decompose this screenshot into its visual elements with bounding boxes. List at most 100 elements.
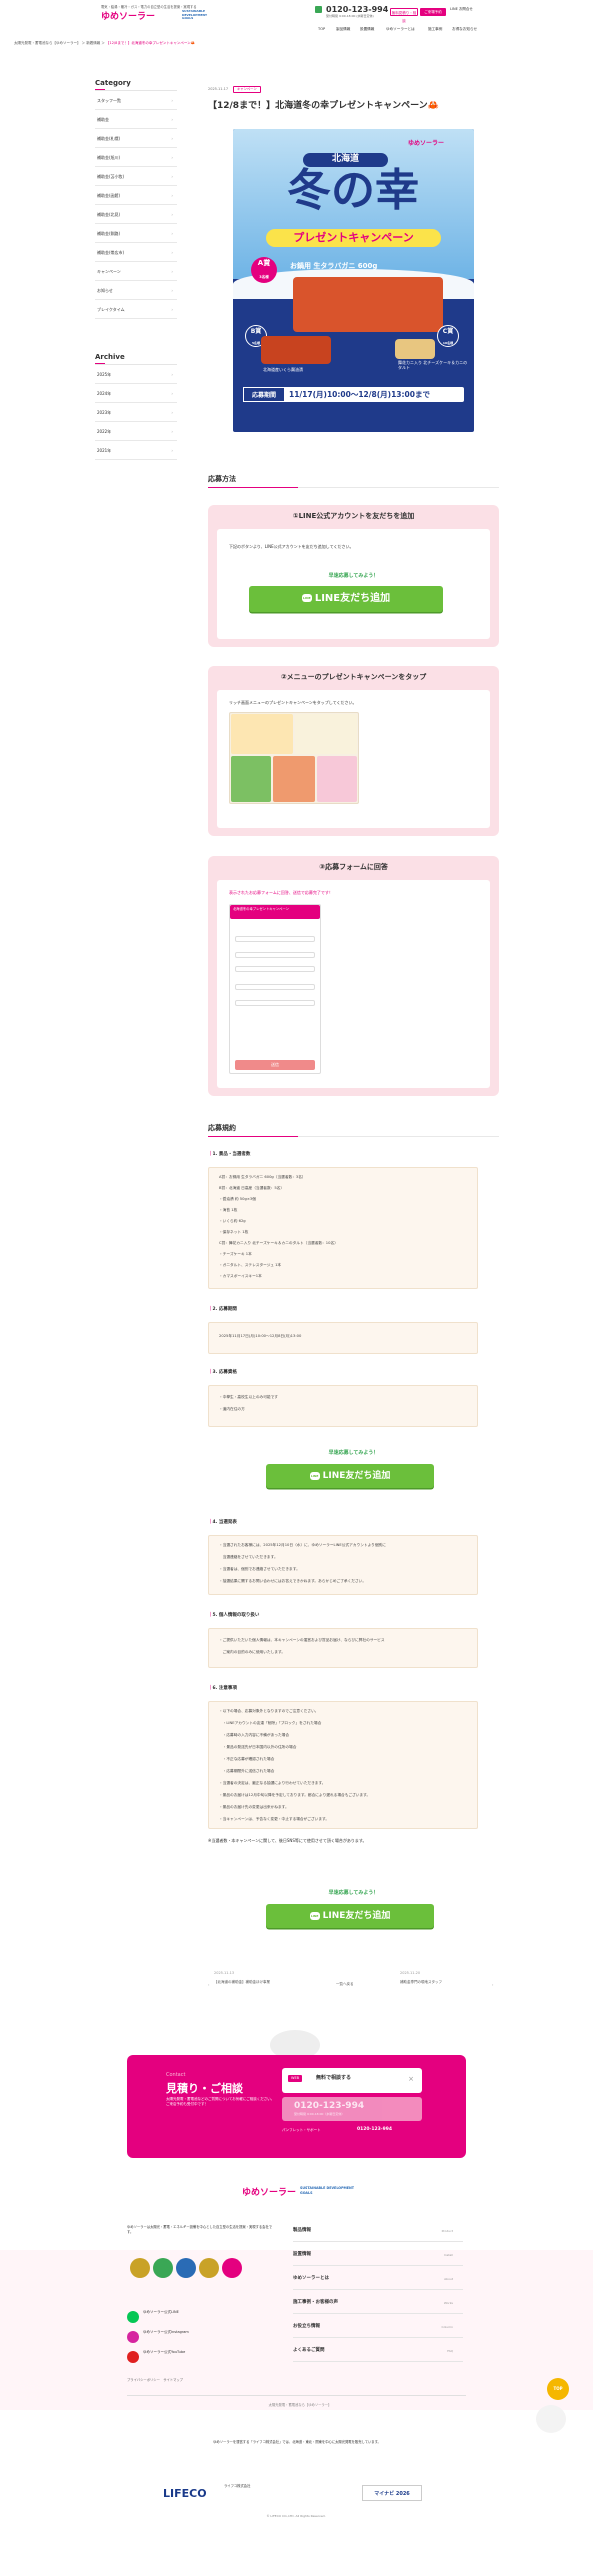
company-name: ライフコ株式会社	[224, 2484, 251, 2488]
instagram-icon	[127, 2331, 139, 2343]
back-to-top-button[interactable]: TOP	[547, 2378, 569, 2400]
youtube-icon	[127, 2351, 139, 2363]
footer-nav-works[interactable]: 施工事例・お客様の声 Works	[293, 2292, 463, 2314]
contact-phone-small[interactable]: 0120-123-994	[357, 2127, 392, 2134]
rules-title: 応募規約	[208, 1124, 236, 1132]
web-consult-button[interactable]: WEB 無料で相談する ×	[282, 2068, 422, 2093]
nav-news[interactable]: お得なお知らせ	[452, 27, 477, 32]
footer-bottom-links[interactable]: プライバシーポリシー サイトマップ	[127, 2378, 183, 2383]
prev-post-link[interactable]: 【北海道の補助金】補助金ほけ事業	[214, 1980, 294, 1985]
contact-title: 見積り・ご相談	[166, 2082, 243, 2095]
step1-card: ①LINE公式アカウントを友だちを追加 下記のボタンより、LINE公式アカウント…	[208, 505, 499, 647]
next-post-link[interactable]: 補助金専門の現地スタッフ	[400, 1980, 480, 1985]
rule-box-notes: ・以下の場合、応募対象外となりますのでご注意ください。 ・LINEアカウントの友…	[208, 1701, 478, 1829]
category-item[interactable]: 補助金(帯広市)	[95, 243, 177, 262]
try-label: 早速応募してみよう！	[328, 573, 379, 579]
prize-a-name: お鍋用 生タラバガニ 600g	[290, 262, 378, 270]
footer-nav-faq[interactable]: よくあるご質問 FAQ	[293, 2340, 463, 2362]
form-submit-button: 送信	[235, 1060, 315, 1070]
rule-box-period: 2025年11月17日(月)10:00〜12月8日(月)13:00	[208, 1322, 478, 1354]
award-badge	[222, 2258, 242, 2278]
pamphlet-link[interactable]: パンフレット・サポート	[282, 2128, 321, 2133]
rule-heading-prizes: ｜1. 景品・当選者数	[208, 1152, 251, 1157]
banner-period: 応募期間 11/17(月)10:00〜12/8(月)13:00まで	[243, 387, 464, 402]
rule-heading-notes: ｜6. 注意事項	[208, 1686, 237, 1691]
prize-c-name: 舞花カニ入り 北チーズケーキ＆カニのタルト	[398, 360, 468, 370]
next-post-date: 2025.11.20	[400, 1971, 421, 1975]
nav-about[interactable]: ゆめソーラーとは	[386, 27, 415, 32]
header-tagline: 電気・給湯・暖冷・ガス・電力の自立型の生活を提案・実現する	[101, 5, 197, 9]
mynavi-banner[interactable]: マイナビ 2026	[362, 2485, 422, 2501]
contact-desc: 太陽光発電・蓄電池などのご質問についてお気軽にご相談ください。ご来店予約も受付中…	[166, 2097, 275, 2107]
nav-install[interactable]: 設置情報	[360, 27, 374, 32]
banner-subtitle: プレゼントキャンペーン	[266, 229, 441, 247]
archive-item[interactable]: 2025年	[95, 365, 177, 384]
line-add-friend-button[interactable]: LINE LINE友だち追加	[266, 1904, 434, 1928]
category-item[interactable]: 補助金	[95, 110, 177, 129]
breadcrumb: 太陽光発電・蓄電池なら【ゆめソーラー】 ＞ 新着情報 ＞ 【12/8まで！】北海…	[14, 41, 196, 45]
archive-sidebar: Archive 2025年 2024年 2023年 2022年 2021年	[95, 352, 177, 460]
award-badge	[176, 2258, 196, 2278]
category-item[interactable]: 補助金(函館)	[95, 186, 177, 205]
apply-title: 応募方法	[208, 475, 236, 483]
close-icon[interactable]: ×	[408, 2074, 414, 2084]
category-item[interactable]: 補助金(苫小牧)	[95, 167, 177, 186]
contact-en: Contact	[166, 2072, 186, 2078]
rule-box-eligibility: ・中學生・高校生以上のみ可能です ・道内在住の方	[208, 1385, 478, 1427]
breadcrumb-section[interactable]: 新着情報	[86, 41, 100, 45]
footer-company-text: ゆめソーラーは太陽光・蓄電・エネルギー設備を中心とした自立型の生活を提案・実現す…	[127, 2225, 273, 2234]
banner-brand: ゆめソーラー	[408, 140, 445, 147]
estimate-button[interactable]: 無料見積り・相談	[390, 8, 418, 23]
post-category-tag[interactable]: キャンペーン	[233, 86, 261, 93]
nav-top[interactable]: TOP	[318, 27, 325, 32]
sdgs-logo: SUSTAINABLE DEVELOPMENT GOALS	[182, 9, 208, 21]
archive-item[interactable]: 2022年	[95, 422, 177, 441]
rule-heading-period: ｜2. 応募期間	[208, 1307, 237, 1312]
breadcrumb-current: 【12/8まで！】北海道冬の幸プレゼントキャンペーン🦀	[105, 41, 196, 45]
rule-box-prizes: A賞：お鍋用 生タラバガニ 600g（当選者数：3名） B賞：北海道 日高産（当…	[208, 1167, 478, 1289]
nav-products[interactable]: 製品情報	[336, 27, 350, 32]
chevron-left-icon: ‹	[208, 1983, 210, 1987]
line-icon: LINE	[301, 594, 312, 602]
post-date: 2025.11.17	[208, 87, 229, 91]
breadcrumb-home[interactable]: 太陽光発電・蓄電池なら【ゆめソーラー】	[14, 41, 81, 45]
site-header: 電気・給湯・暖冷・ガス・電力の自立型の生活を提案・実現する ゆめソーラー SUS…	[0, 0, 593, 38]
archive-item[interactable]: 2023年	[95, 403, 177, 422]
category-item[interactable]: 補助金(釧路)	[95, 224, 177, 243]
site-logo[interactable]: ゆめソーラー	[101, 11, 155, 24]
category-item[interactable]: 補助金(北見)	[95, 205, 177, 224]
back-to-list-link[interactable]: 一覧へ戻る	[336, 1982, 354, 1987]
nav-works[interactable]: 施工事例	[428, 27, 442, 32]
line-contact-link[interactable]: LINE お問合せ	[450, 7, 473, 12]
line-add-friend-button[interactable]: LINE LINE友だち追加	[266, 1464, 434, 1488]
step1-text: 下記のボタンより、LINE公式アカウントを友だち追加してください。	[229, 544, 354, 549]
step2-title: ②メニューのプレゼントキャンペーンをタップ	[280, 673, 427, 681]
tel-button[interactable]: 0120-123-994 受付時間 9:00-18:00（水曜日定休）	[282, 2097, 422, 2121]
line-icon: LINE	[309, 1471, 320, 1480]
showroom-button[interactable]: ご来場予約	[420, 8, 446, 16]
archive-item[interactable]: 2024年	[95, 384, 177, 403]
footer-nav-products[interactable]: 製品情報 Product	[293, 2220, 463, 2242]
category-item[interactable]: ブレイクタイム	[95, 300, 177, 319]
footer-logo: ゆめソーラー SUSTAINABLE DEVELOPMENT GOALS	[242, 2186, 355, 2198]
archive-item[interactable]: 2021年	[95, 441, 177, 460]
footer-links-row[interactable]: 太陽光発電・蓄電池なら【ゆめソーラー】	[150, 2403, 450, 2408]
prev-post-date: 2025.11.13	[214, 1971, 235, 1975]
rules-footnote: ※当選者数・本キャンペーンに関して、後日SNS等にて使用させて頂く場合があります…	[208, 1838, 367, 1843]
footer-nav-about[interactable]: ゆめソーラーとは About	[293, 2268, 463, 2290]
category-item[interactable]: キャンペーン	[95, 262, 177, 281]
award-badge	[130, 2258, 150, 2278]
category-title: Category	[95, 79, 131, 87]
step3-title: ③応募フォームに回答	[319, 863, 388, 871]
step3-text: 表示されたお応募フォームに回答、送信で応募完了です！	[229, 890, 333, 895]
category-item[interactable]: 補助金(旭川)	[95, 148, 177, 167]
rule-heading-announcement: ｜4. 当選発表	[208, 1520, 237, 1525]
footer-nav-install[interactable]: 設置情報 Install	[293, 2244, 463, 2266]
footer-nav-column[interactable]: お役立ち情報 Column	[293, 2316, 463, 2338]
category-item[interactable]: お知らせ	[95, 281, 177, 300]
line-add-friend-button[interactable]: LINE LINE友だち追加	[249, 586, 443, 612]
category-item[interactable]: 補助金(札幌)	[95, 129, 177, 148]
form-header: 北海道冬の幸プレゼントキャンペーン	[230, 905, 320, 919]
line-icon	[127, 2311, 139, 2323]
category-item[interactable]: スタッフ一覧	[95, 91, 177, 110]
